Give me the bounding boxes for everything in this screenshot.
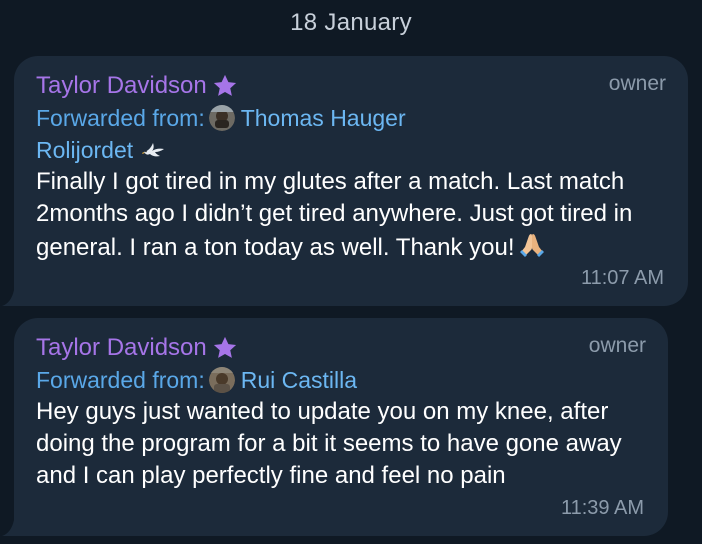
date-label: 18 January (290, 9, 412, 36)
folded-hands-emoji-icon (519, 234, 544, 257)
sender-name-text[interactable]: Taylor Davidson (36, 72, 207, 100)
dove-emoji-icon (142, 143, 165, 157)
avatar[interactable] (208, 105, 235, 131)
forwarded-from-name[interactable]: Thomas Hauger (241, 105, 406, 132)
premium-star-icon (213, 336, 236, 358)
forwarded-from-name-continued[interactable]: Rolijordet (36, 137, 133, 164)
date-separator: 18 January (0, 0, 702, 46)
sender-name-text[interactable]: Taylor Davidson (36, 334, 207, 362)
sender-name[interactable]: Taylor Davidson (36, 334, 239, 362)
member-role-badge: owner (608, 72, 666, 95)
premium-star-icon (213, 74, 236, 96)
member-role-badge: owner (588, 334, 646, 357)
message-bubble[interactable]: Taylor Davidson owner Forwarded from: Th… (14, 56, 688, 306)
forwarded-from-name[interactable]: Rui Castilla (241, 367, 357, 394)
message-bubble[interactable]: Taylor Davidson owner Forwarded from: Ru… (14, 318, 668, 536)
forwarded-label: Forwarded from: (36, 366, 205, 393)
message-timestamp: 11:07 AM (580, 267, 664, 289)
message-text: Finally I got tired in my glutes after a… (36, 166, 666, 264)
sender-name[interactable]: Taylor Davidson (36, 72, 239, 100)
forwarded-label: Forwarded from: (36, 104, 205, 131)
bubble-tail (2, 520, 18, 536)
message-text-body: Hey guys just wanted to update you on my… (36, 398, 622, 489)
bubble-tail (2, 290, 18, 306)
message-text: Hey guys just wanted to update you on my… (36, 396, 646, 492)
avatar[interactable] (208, 367, 235, 393)
message-timestamp: 11:39 AM (560, 497, 644, 519)
